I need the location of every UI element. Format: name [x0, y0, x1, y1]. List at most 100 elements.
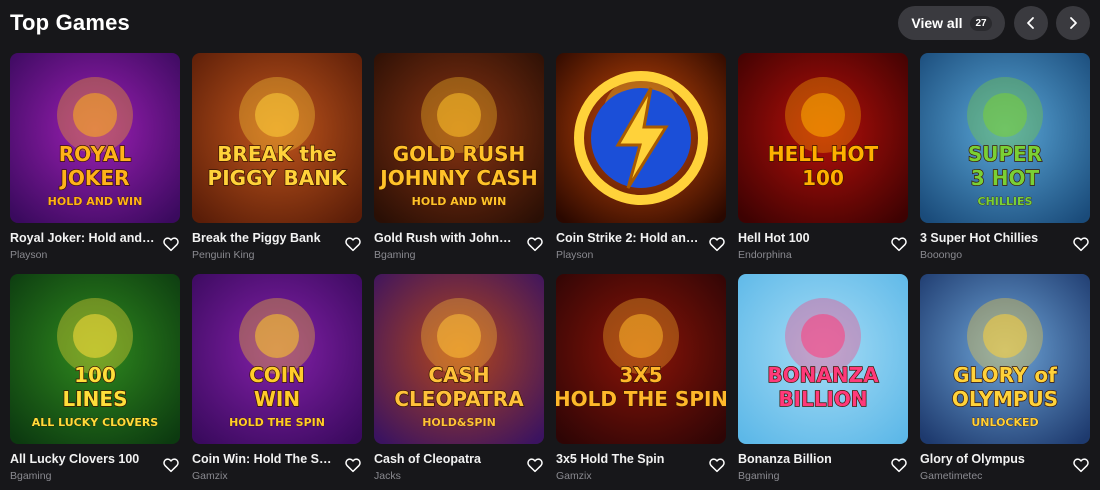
- artwork-logo-text: ALL LUCKY CLOVERS: [32, 416, 159, 429]
- game-thumbnail[interactable]: GOLD RUSH JOHNNY CASH HOLD AND WIN: [374, 53, 544, 223]
- artwork-logo-text: SUPER: [968, 142, 1042, 166]
- game-artwork: 3X5HOLD THE SPIN: [556, 274, 726, 444]
- artwork-logo-text: OLYMPUS: [952, 387, 1058, 411]
- game-title[interactable]: All Lucky Clovers 100: [10, 452, 155, 466]
- game-title[interactable]: Royal Joker: Hold and Win: [10, 231, 155, 245]
- game-artwork: 100LINES ALL LUCKY CLOVERS: [10, 274, 180, 444]
- game-title[interactable]: Glory of Olympus: [920, 452, 1065, 466]
- view-all-button[interactable]: View all 27: [898, 6, 1005, 40]
- chevron-left-icon: [1027, 17, 1034, 29]
- game-title[interactable]: Hell Hot 100: [738, 231, 883, 245]
- favorite-button[interactable]: [1072, 456, 1090, 474]
- artwork-logo-text: JOHNNY CASH: [378, 166, 537, 190]
- game-provider: Penguin King: [192, 249, 255, 261]
- artwork-logo-text: WIN: [254, 387, 300, 411]
- artwork-logo-text: JOKER: [58, 166, 129, 190]
- game-thumbnail[interactable]: ROYAL JOKER HOLD AND WIN: [10, 53, 180, 223]
- favorite-button[interactable]: [708, 235, 726, 253]
- game-artwork: GLORY ofOLYMPUS UNLOCKED: [920, 274, 1090, 444]
- heart-icon: [891, 237, 907, 252]
- view-all-label: View all: [911, 15, 963, 31]
- previous-button[interactable]: [1014, 6, 1048, 40]
- heart-icon: [163, 458, 179, 473]
- favorite-button[interactable]: [162, 235, 180, 253]
- game-card[interactable]: SUPER 3 HOT CHILLIES 3 Super Hot Chillies Bo…: [920, 53, 1090, 263]
- game-card[interactable]: BREAK the PIGGY BANK Break the Piggy Bank P…: [192, 53, 362, 263]
- game-provider: Booongo: [920, 249, 963, 261]
- game-artwork: COINWIN HOLD THE SPIN: [192, 274, 362, 444]
- favorite-button[interactable]: [708, 456, 726, 474]
- favorite-button[interactable]: [344, 456, 362, 474]
- game-title[interactable]: Gold Rush with Johnny Cash: [374, 231, 519, 245]
- game-card[interactable]: Coin Strike 2: Hold and Win Playson: [556, 53, 726, 263]
- favorite-button[interactable]: [890, 456, 908, 474]
- favorite-button[interactable]: [526, 456, 544, 474]
- favorite-button[interactable]: [1072, 235, 1090, 253]
- game-provider: Gametimetec: [920, 470, 983, 482]
- game-card[interactable]: BONANZA BILLION Bonanza Billion Bgaming: [738, 274, 908, 484]
- artwork-logo-text: HOLD THE SPIN: [556, 387, 726, 411]
- game-provider: Jacks: [374, 470, 401, 482]
- favorite-button[interactable]: [526, 235, 544, 253]
- heart-icon: [527, 458, 543, 473]
- chevron-right-icon: [1070, 17, 1077, 29]
- game-title[interactable]: Cash of Cleopatra: [374, 452, 519, 466]
- game-thumbnail[interactable]: 3X5 HOLD THE SPIN: [556, 274, 726, 444]
- game-title[interactable]: 3 Super Hot Chillies: [920, 231, 1065, 245]
- game-artwork: BONANZABILLION: [738, 274, 908, 444]
- game-thumbnail[interactable]: HELL HOT 100: [738, 53, 908, 223]
- artwork-logo-text: HOLD AND WIN: [412, 195, 507, 208]
- game-artwork: CASHCLEOPATRA HOLD&SPIN: [374, 274, 544, 444]
- game-title[interactable]: Coin Win: Hold The Spin: [192, 452, 337, 466]
- favorite-button[interactable]: [162, 456, 180, 474]
- next-button[interactable]: [1056, 6, 1090, 40]
- heart-icon: [345, 458, 361, 473]
- artwork-logo-text: GLORY of: [953, 363, 1057, 387]
- artwork-logo-text: LINES: [63, 387, 128, 411]
- game-card[interactable]: 3X5 HOLD THE SPIN 3x5 Hold The Spin Gamzix: [556, 274, 726, 484]
- game-title[interactable]: Bonanza Billion: [738, 452, 883, 466]
- game-provider: Playson: [556, 249, 594, 261]
- artwork-logo-text: 3X5: [619, 363, 662, 387]
- game-thumbnail[interactable]: BREAK the PIGGY BANK: [192, 53, 362, 223]
- game-artwork: GOLD RUSHJOHNNY CASH HOLD AND WIN: [374, 53, 544, 223]
- game-card[interactable]: COIN WIN HOLD THE SPIN Coin Win: Hold The S…: [192, 274, 362, 484]
- game-thumbnail[interactable]: CASH CLEOPATRA HOLD&SPIN: [374, 274, 544, 444]
- game-card[interactable]: GLORY of OLYMPUS UNLOCKED Glory of Olympus G…: [920, 274, 1090, 484]
- artwork-logo-text: CASH: [428, 363, 489, 387]
- view-all-count-badge: 27: [970, 15, 992, 31]
- game-card[interactable]: GOLD RUSH JOHNNY CASH HOLD AND WIN Gold Rus…: [374, 53, 544, 263]
- artwork-logo-text: 100: [74, 363, 116, 387]
- game-thumbnail[interactable]: COIN WIN HOLD THE SPIN: [192, 274, 362, 444]
- game-card[interactable]: 100 LINES ALL LUCKY CLOVERS All Lucky Clove…: [10, 274, 180, 484]
- artwork-logo-text: HOLD THE SPIN: [229, 416, 325, 429]
- game-thumbnail[interactable]: 100 LINES ALL LUCKY CLOVERS: [10, 274, 180, 444]
- heart-icon: [1073, 237, 1089, 252]
- artwork-logo-text: HOLD&SPIN: [422, 416, 496, 429]
- game-provider: Bgaming: [10, 470, 52, 482]
- artwork-logo-text: 100: [802, 166, 844, 190]
- artwork-logo-text: UNLOCKED: [971, 416, 1038, 429]
- game-thumbnail[interactable]: [556, 53, 726, 223]
- game-artwork: SUPER3 HOT CHILLIES: [920, 53, 1090, 223]
- game-card[interactable]: CASH CLEOPATRA HOLD&SPIN Cash of Cleopatra J…: [374, 274, 544, 484]
- game-provider: Gamzix: [192, 470, 228, 482]
- artwork-logo-text: GOLD RUSH: [393, 142, 526, 166]
- game-thumbnail[interactable]: GLORY of OLYMPUS UNLOCKED: [920, 274, 1090, 444]
- game-thumbnail[interactable]: SUPER 3 HOT CHILLIES: [920, 53, 1090, 223]
- heart-icon: [709, 458, 725, 473]
- game-card[interactable]: ROYAL JOKER HOLD AND WIN Royal Joker: Hold …: [10, 53, 180, 263]
- game-title[interactable]: Break the Piggy Bank: [192, 231, 337, 245]
- artwork-logo-text: HELL HOT: [768, 142, 879, 166]
- artwork-logo-text: BREAK the: [217, 142, 337, 166]
- game-card[interactable]: HELL HOT 100 Hell Hot 100 Endorphina: [738, 53, 908, 263]
- game-artwork: [556, 53, 726, 223]
- artwork-logo-text: BONANZA: [767, 363, 879, 387]
- game-artwork: ROYALJOKER HOLD AND WIN: [10, 53, 180, 223]
- favorite-button[interactable]: [344, 235, 362, 253]
- game-title[interactable]: 3x5 Hold The Spin: [556, 452, 701, 466]
- game-thumbnail[interactable]: BONANZA BILLION: [738, 274, 908, 444]
- favorite-button[interactable]: [890, 235, 908, 253]
- game-title[interactable]: Coin Strike 2: Hold and Win: [556, 231, 701, 245]
- game-provider: Bgaming: [374, 249, 416, 261]
